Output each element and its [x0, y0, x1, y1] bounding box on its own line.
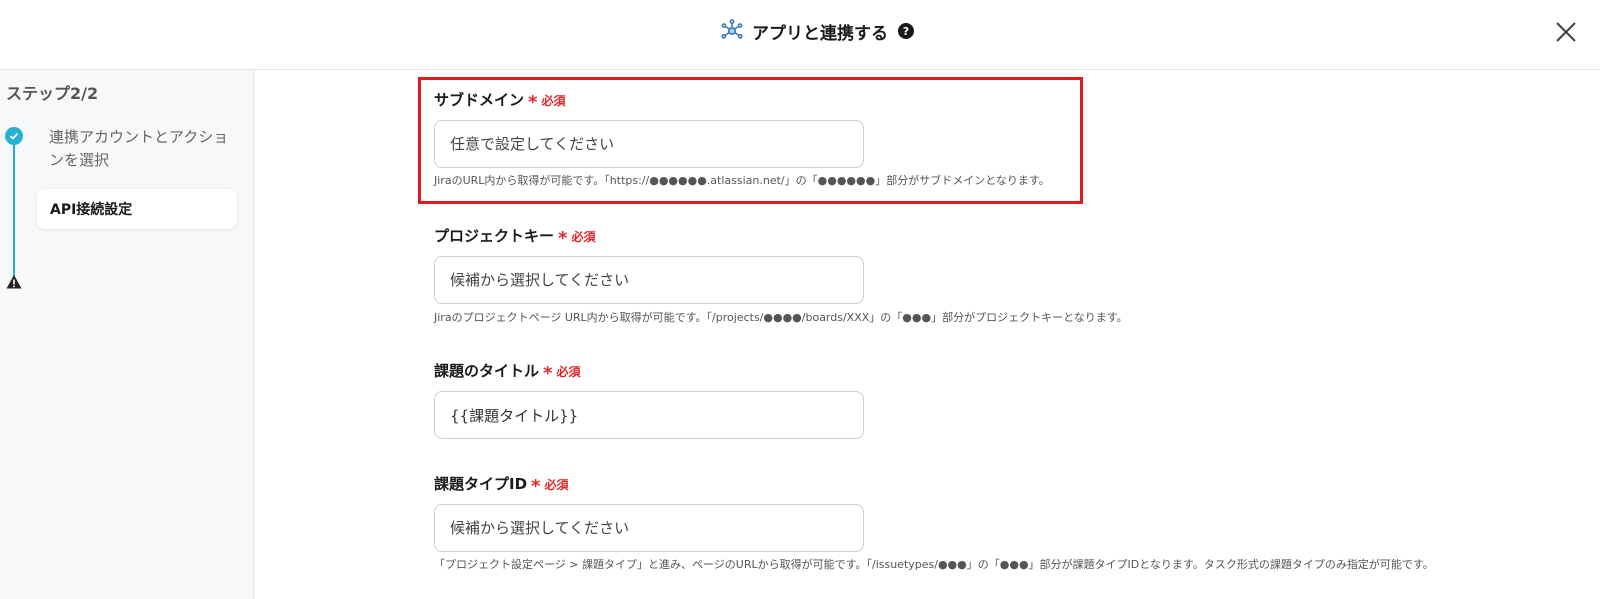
help-icon[interactable]: ? — [898, 23, 914, 39]
app-connect-icon — [721, 19, 743, 39]
field-hint: 「プロジェクト設定ページ > 課題タイプ」と進み、ページのURLから取得が可能で… — [434, 558, 1434, 571]
field-issue-title: 課題のタイトル * 必須 — [434, 360, 864, 439]
required-text: 必須 — [571, 230, 596, 244]
field-label: サブドメイン * 必須 — [434, 89, 1050, 113]
close-icon[interactable] — [1553, 19, 1579, 45]
required-star: * — [531, 476, 541, 497]
check-icon — [5, 127, 23, 145]
field-label: 課題のタイトル * 必須 — [434, 360, 864, 384]
step-item-select-action[interactable]: 連携アカウントとアクションを選択 — [49, 126, 229, 172]
required-text: 必須 — [544, 478, 569, 492]
required-star: * — [528, 92, 538, 113]
warning-icon — [6, 275, 22, 289]
field-hint: Jiraのプロジェクトページ URL内から取得が可能です。「/projects/… — [434, 311, 1128, 324]
field-label-text: 課題タイプID — [434, 475, 528, 493]
field-issue-type-id: 課題タイプID * 必須 「プロジェクト設定ページ > 課題タイプ」と進み、ペー… — [434, 473, 1454, 573]
field-hint: JiraのURL内から取得が可能です。「https://●●●●●●.atlas… — [434, 174, 1050, 187]
field-label-text: サブドメイン — [434, 91, 525, 109]
required-text: 必須 — [541, 94, 566, 108]
subdomain-input[interactable] — [434, 120, 864, 168]
step-item-api-settings[interactable]: API接続設定 — [37, 189, 237, 229]
modal-header: アプリと連携する ? — [0, 0, 1600, 70]
step-item-label: API接続設定 — [50, 202, 133, 218]
required-text: 必須 — [556, 365, 581, 379]
step-connector-line — [13, 134, 15, 280]
field-subdomain: サブドメイン * 必須 JiraのURL内から取得が可能です。「https://… — [434, 89, 1050, 189]
field-label-text: プロジェクトキー — [434, 227, 555, 245]
step-counter: ステップ2/2 — [6, 84, 99, 103]
required-star: * — [543, 363, 553, 384]
modal-title: アプリと連携する ? — [720, 17, 914, 45]
issue-type-id-input[interactable] — [434, 504, 864, 552]
field-project-key: プロジェクトキー * 必須 Jiraのプロジェクトページ URL内から取得が可能… — [434, 225, 1128, 326]
required-star: * — [558, 228, 568, 249]
project-key-input[interactable] — [434, 256, 864, 304]
modal-title-text: アプリと連携する — [752, 23, 888, 44]
field-label-text: 課題のタイトル — [434, 362, 540, 380]
issue-title-input[interactable] — [434, 391, 864, 439]
step-sidebar: ステップ2/2 連携アカウントとアクションを選択 API接続設定 — [0, 70, 254, 599]
field-label: プロジェクトキー * 必須 — [434, 225, 1128, 249]
field-label: 課題タイプID * 必須 — [434, 473, 1454, 497]
